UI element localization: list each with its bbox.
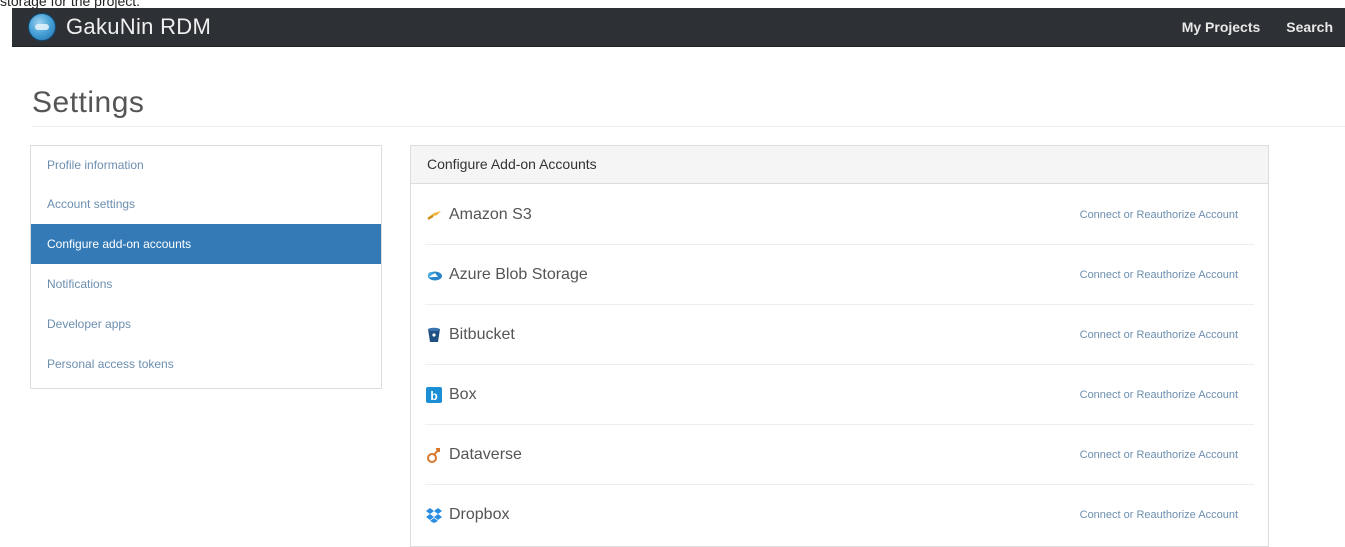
addon-accounts-panel: Configure Add-on Accounts Amazon S3 Conn… bbox=[410, 145, 1269, 547]
connect-account-link[interactable]: Connect or Reauthorize Account bbox=[1080, 245, 1238, 304]
nav-links: My Projects Search bbox=[1156, 8, 1333, 46]
panel-heading: Configure Add-on Accounts bbox=[411, 146, 1268, 184]
page-title: Settings bbox=[32, 86, 145, 119]
addon-name-label: Dropbox bbox=[449, 505, 510, 523]
sidebar-item-profile-information[interactable]: Profile information bbox=[31, 146, 381, 184]
addon-row-dropbox: Dropbox Connect or Reauthorize Account bbox=[425, 485, 1254, 544]
divider bbox=[32, 126, 1345, 127]
sidebar-item-configure-addon-accounts[interactable]: Configure add-on accounts bbox=[31, 224, 381, 264]
addon-name-label: Amazon S3 bbox=[449, 205, 532, 223]
box-icon: b bbox=[425, 386, 443, 404]
svg-text:b: b bbox=[430, 389, 437, 403]
brand[interactable]: GakuNin RDM bbox=[28, 13, 212, 41]
addon-name-label: Box bbox=[449, 385, 477, 403]
connect-account-link[interactable]: Connect or Reauthorize Account bbox=[1080, 425, 1238, 484]
addon-row-box: b Box Connect or Reauthorize Account bbox=[425, 365, 1254, 425]
gakunin-logo-icon bbox=[28, 13, 56, 41]
addon-row-amazon-s3: Amazon S3 Connect or Reauthorize Account bbox=[425, 185, 1254, 245]
connect-account-link[interactable]: Connect or Reauthorize Account bbox=[1080, 305, 1238, 364]
sidebar-item-account-settings[interactable]: Account settings bbox=[31, 184, 381, 224]
dataverse-icon bbox=[425, 446, 443, 464]
brand-name: GakuNin RDM bbox=[66, 14, 212, 39]
azure-icon bbox=[425, 266, 443, 284]
addon-row-dataverse: Dataverse Connect or Reauthorize Account bbox=[425, 425, 1254, 485]
connect-account-link[interactable]: Connect or Reauthorize Account bbox=[1080, 185, 1238, 244]
addon-name-label: Bitbucket bbox=[449, 325, 515, 343]
sidebar-item-notifications[interactable]: Notifications bbox=[31, 264, 381, 304]
top-navbar: GakuNin RDM My Projects Search bbox=[12, 8, 1345, 47]
amazon-s3-icon bbox=[425, 206, 443, 224]
addon-name-label: Dataverse bbox=[449, 445, 522, 463]
nav-search[interactable]: Search bbox=[1286, 19, 1333, 35]
addon-row-azure-blob-storage: Azure Blob Storage Connect or Reauthoriz… bbox=[425, 245, 1254, 305]
nav-my-projects[interactable]: My Projects bbox=[1182, 19, 1261, 35]
addon-name-label: Azure Blob Storage bbox=[449, 265, 588, 283]
sidebar-item-personal-access-tokens[interactable]: Personal access tokens bbox=[31, 344, 381, 384]
addon-row-bitbucket: Bitbucket Connect or Reauthorize Account bbox=[425, 305, 1254, 365]
settings-sidebar: Profile information Account settings Con… bbox=[30, 145, 382, 389]
connect-account-link[interactable]: Connect or Reauthorize Account bbox=[1080, 365, 1238, 424]
connect-account-link[interactable]: Connect or Reauthorize Account bbox=[1080, 485, 1238, 544]
dropbox-icon bbox=[425, 506, 443, 524]
sidebar-item-developer-apps[interactable]: Developer apps bbox=[31, 304, 381, 344]
bitbucket-icon bbox=[425, 326, 443, 344]
